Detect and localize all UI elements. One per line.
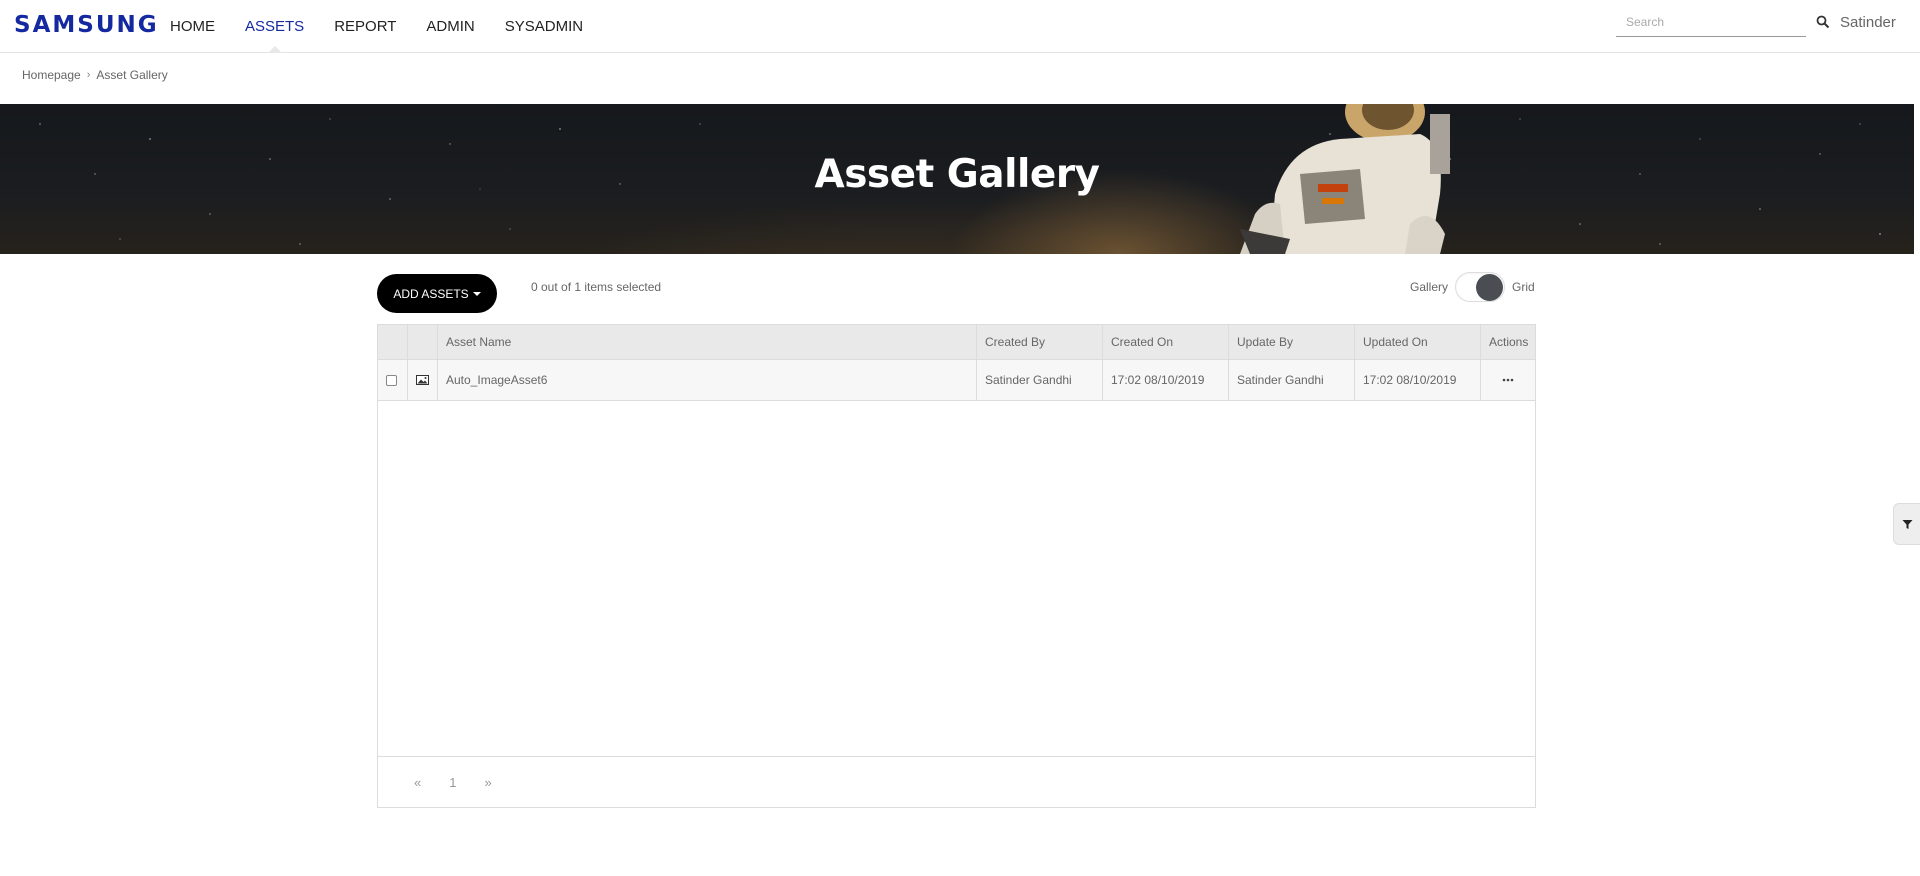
page-title: Asset Gallery	[814, 152, 1100, 197]
search-input[interactable]	[1616, 10, 1786, 34]
caret-down-icon	[472, 291, 481, 296]
column-created-by[interactable]: Created By	[977, 325, 1103, 359]
breadcrumb-homepage[interactable]: Homepage	[22, 68, 81, 82]
assets-table: Asset Name Created By Created On Update …	[377, 324, 1536, 808]
row-checkbox[interactable]	[386, 374, 397, 386]
more-horizontal-icon[interactable]	[1502, 378, 1514, 382]
pagination-page-1[interactable]: 1	[449, 775, 456, 790]
search-icon[interactable]	[1816, 15, 1830, 29]
breadcrumb: Homepage › Asset Gallery	[22, 68, 168, 82]
row-actions-cell	[1481, 360, 1535, 400]
nav-report[interactable]: REPORT	[334, 0, 396, 53]
main-nav: HOME ASSETS REPORT ADMIN SYSADMIN	[170, 0, 613, 53]
row-type-cell	[408, 360, 438, 400]
row-updated-on: 17:02 08/10/2019	[1355, 360, 1481, 400]
top-navigation-bar: SAMSUNG HOME ASSETS REPORT ADMIN SYSADMI…	[0, 0, 1920, 53]
filter-icon	[1902, 519, 1912, 529]
row-created-on: 17:02 08/10/2019	[1103, 360, 1229, 400]
header-type-cell	[408, 325, 438, 359]
selection-count: 0 out of 1 items selected	[531, 280, 662, 294]
column-updated-on[interactable]: Updated On	[1355, 325, 1481, 359]
table-header: Asset Name Created By Created On Update …	[378, 325, 1535, 360]
pagination-prev[interactable]: «	[414, 775, 421, 790]
row-asset-name[interactable]: Auto_ImageAsset6	[438, 360, 977, 400]
table-row[interactable]: Auto_ImageAsset6 Satinder Gandhi 17:02 0…	[378, 360, 1535, 401]
view-gallery-label: Gallery	[1410, 280, 1449, 294]
row-select-cell	[378, 360, 408, 400]
user-name[interactable]: Satinder	[1840, 14, 1896, 31]
header-select-cell	[378, 325, 408, 359]
column-actions: Actions	[1489, 335, 1529, 349]
view-toggle: Gallery Grid	[1410, 272, 1535, 302]
breadcrumb-current: Asset Gallery	[96, 68, 168, 82]
breadcrumb-separator: ›	[86, 69, 91, 81]
search-box	[1616, 10, 1806, 37]
add-assets-button[interactable]: ADD ASSETS	[377, 274, 497, 313]
row-created-by: Satinder Gandhi	[977, 360, 1103, 400]
hero-banner: Asset Gallery	[0, 104, 1914, 254]
nav-home[interactable]: HOME	[170, 0, 215, 53]
column-update-by[interactable]: Update By	[1229, 325, 1355, 359]
view-grid-label: Grid	[1512, 280, 1535, 294]
row-update-by: Satinder Gandhi	[1229, 360, 1355, 400]
nav-admin[interactable]: ADMIN	[426, 0, 474, 53]
column-asset-name[interactable]: Asset Name	[438, 325, 977, 359]
view-switch[interactable]	[1455, 272, 1506, 302]
pagination-next[interactable]: »	[484, 775, 491, 790]
nav-sysadmin[interactable]: SYSADMIN	[505, 0, 583, 53]
pagination: « 1 »	[378, 756, 1535, 807]
filter-panel-toggle[interactable]	[1893, 503, 1920, 545]
samsung-logo[interactable]: SAMSUNG	[14, 12, 159, 38]
image-icon	[416, 375, 429, 385]
switch-knob	[1476, 274, 1504, 301]
add-assets-label: ADD ASSETS	[393, 286, 469, 301]
column-created-on[interactable]: Created On	[1103, 325, 1229, 359]
nav-assets[interactable]: ASSETS	[245, 0, 304, 53]
